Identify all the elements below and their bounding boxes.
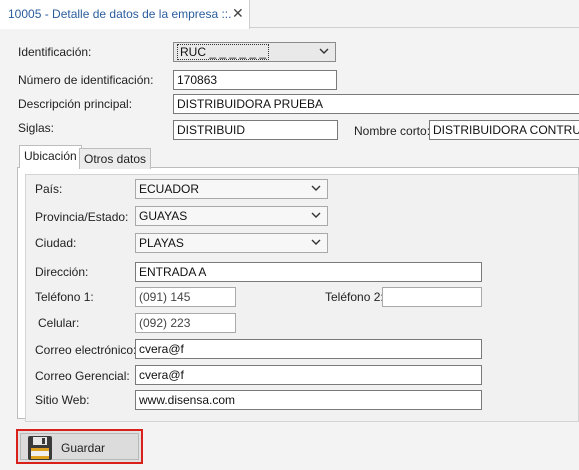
document-tab-title: 10005 - Detalle de datos de la empresa :… [8,7,232,21]
correo-field[interactable]: cvera@f [135,339,482,359]
floppy-disk-icon [28,436,52,460]
ciudad-value: PLAYAS [139,236,184,250]
descripcion-label: Descripción principal: [18,97,133,111]
identificacion-value: RUC _ _ _ _ _ _ [177,44,270,60]
celular-field[interactable]: (092) 223 [135,313,236,333]
siglas-field[interactable]: DISTRIBUID [173,120,338,140]
sitio-web-label: Sitio Web: [35,393,90,407]
provincia-label: Provincia/Estado: [35,210,129,224]
identificacion-label: Identificación: [18,45,92,59]
telefono2-field[interactable] [382,287,482,307]
save-button-label: Guardar [61,441,106,455]
direccion-field[interactable]: ENTRADA A [135,262,482,282]
pais-label: País: [35,182,63,196]
correo-gerencial-label: Correo Gerencial: [35,369,130,383]
direccion-label: Dirección: [35,265,89,279]
chevron-down-icon [311,185,321,191]
save-button[interactable]: Guardar [16,429,143,464]
telefono2-label: Teléfono 2: [325,290,384,304]
ciudad-select[interactable]: PLAYAS [135,233,328,253]
sitio-web-field[interactable]: www.disensa.com [135,390,482,410]
celular-label: Celular: [38,316,80,330]
tab-otros-datos[interactable]: Otros datos [79,148,152,169]
nombre-corto-label: Nombre corto: [354,124,431,138]
identificacion-select[interactable]: RUC _ _ _ _ _ _ [173,42,336,62]
document-tab[interactable]: 10005 - Detalle de datos de la empresa :… [0,0,250,29]
close-icon[interactable]: ✕ [232,5,244,22]
correo-gerencial-field[interactable]: cvera@f [135,365,482,385]
ciudad-label: Ciudad: [35,236,77,250]
correo-label: Correo electrónico: [35,343,137,357]
provincia-select[interactable]: GUAYAS [135,206,328,226]
nombre-corto-field[interactable]: DISTRIBUIDORA CONTRU [429,120,579,140]
save-button-face[interactable]: Guardar [20,433,139,460]
chevron-down-icon [311,239,321,245]
chevron-down-icon [311,212,321,218]
numero-identificacion-field[interactable]: 170863 [173,70,337,90]
pais-value: ECUADOR [139,182,200,196]
telefono1-label: Teléfono 1: [35,290,94,304]
tab-ubicacion[interactable]: Ubicación [19,145,82,168]
chevron-down-icon [319,48,329,54]
descripcion-field[interactable]: DISTRIBUIDORA PRUEBA [173,94,579,114]
telefono1-field[interactable]: (091) 145 [135,287,236,307]
siglas-label: Siglas: [18,121,55,135]
numero-identificacion-label: Número de identificación: [18,73,154,87]
pais-select[interactable]: ECUADOR [135,179,328,199]
provincia-value: GUAYAS [139,209,188,223]
